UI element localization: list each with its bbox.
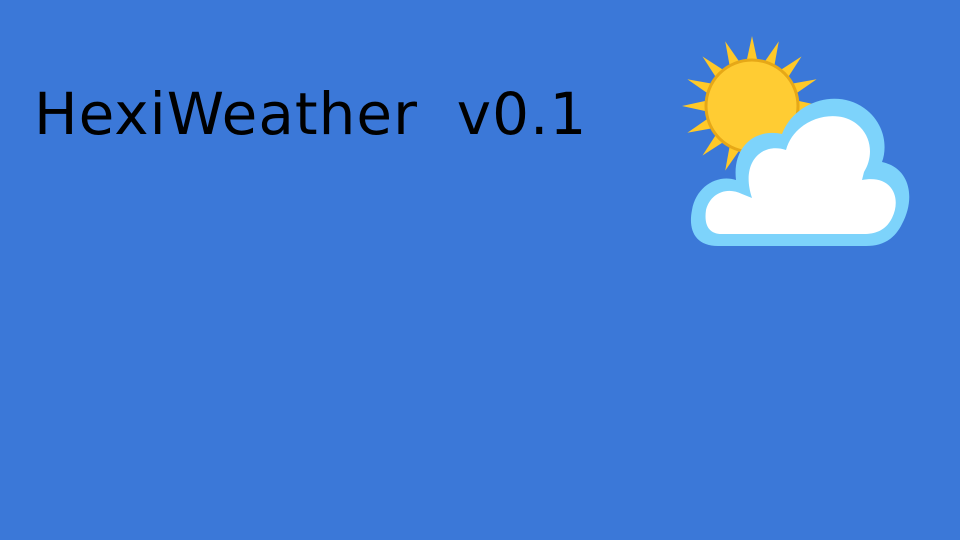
app-title: HexiWeather v0.1: [34, 80, 588, 148]
home-screen: HexiWeather v0.1: [0, 0, 960, 540]
sun-ray: [682, 100, 709, 112]
partly-cloudy-icon: [682, 36, 910, 246]
sun-ray: [746, 36, 758, 63]
